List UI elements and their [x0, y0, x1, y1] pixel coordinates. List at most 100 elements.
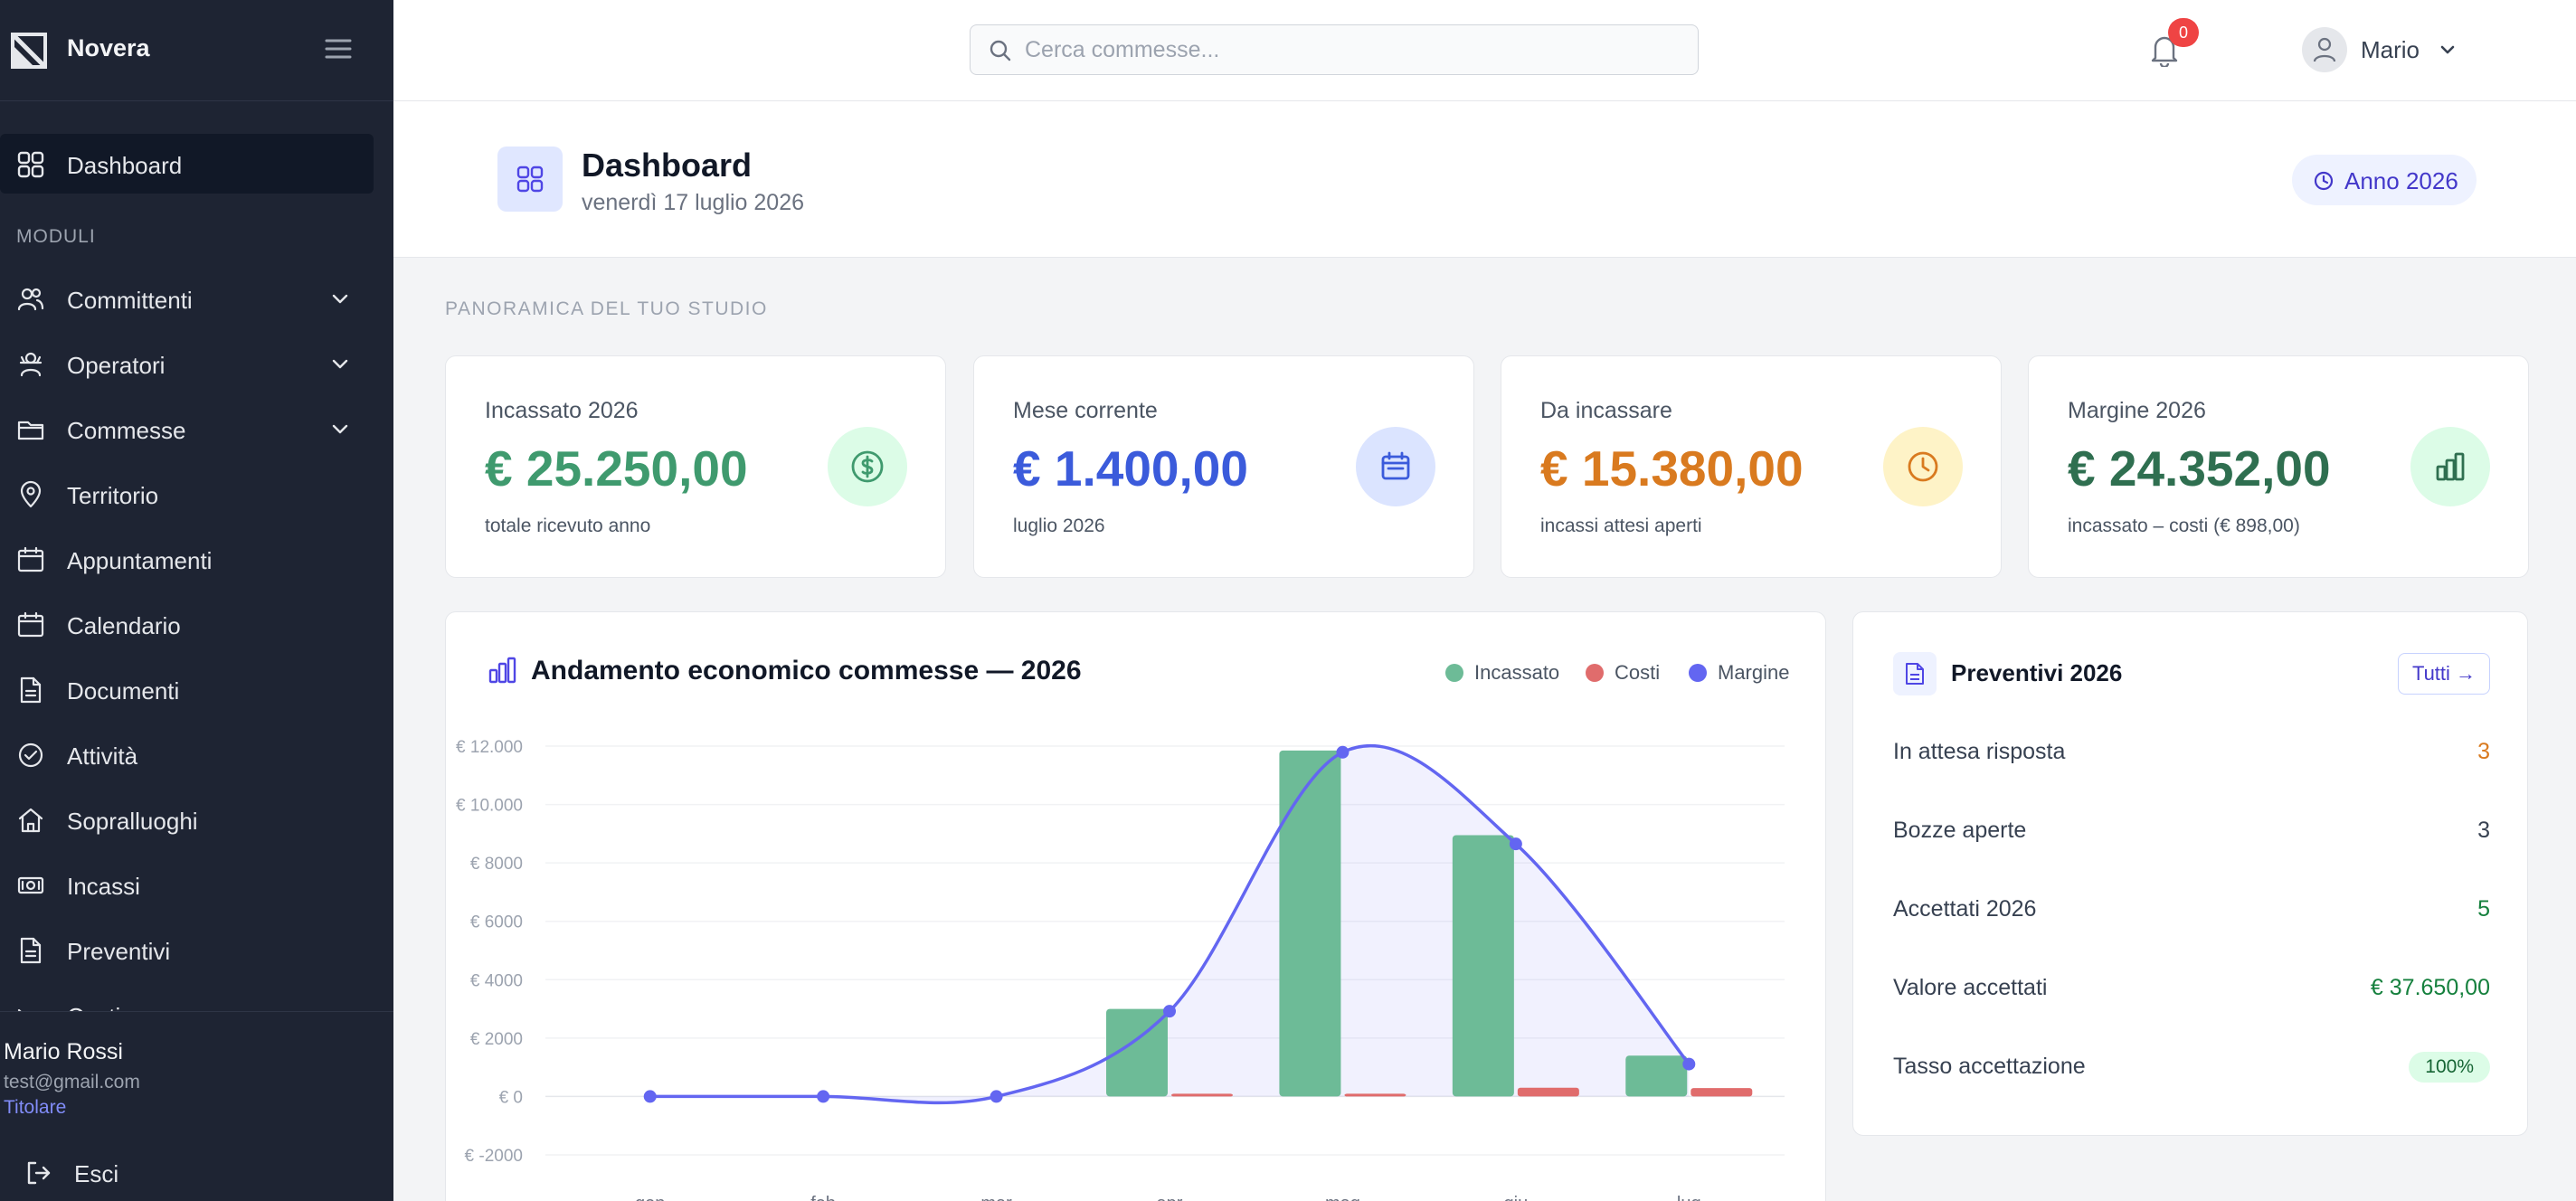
- margine-point-feb: [817, 1090, 830, 1103]
- margine-point-lug: [1682, 1057, 1696, 1071]
- chevron-down-icon[interactable]: [329, 421, 351, 439]
- economic-trend-chart-card: Andamento economico commesse — 2026 Inca…: [445, 611, 1826, 1201]
- quotes-row-value: 3: [2477, 739, 2490, 764]
- logout-icon: [27, 1161, 51, 1185]
- check-circle-icon: [18, 742, 43, 768]
- margine-point-gen: [643, 1090, 657, 1103]
- margine-point-mar: [990, 1090, 1003, 1103]
- quotes-title: Preventivi 2026: [1951, 659, 2123, 686]
- cash-icon: [17, 876, 44, 894]
- calendar-icon: [17, 546, 44, 572]
- y-tick-label: € 4000: [470, 971, 523, 990]
- logout-button[interactable]: Esci: [0, 1149, 393, 1200]
- avatar[interactable]: [2302, 27, 2347, 72]
- quotes-summary-card: Preventivi 2026 Tutti → In attesa rispos…: [1852, 611, 2528, 1136]
- sidebar-item-operatori[interactable]: Operatori: [0, 334, 393, 393]
- sidebar: Novera Dashboard MODULI Committenti Opera…: [0, 0, 393, 1201]
- sidebar-item-label: Territorio: [67, 482, 159, 509]
- dashboard-icon-tile: [497, 147, 563, 212]
- sidebar-item-documenti[interactable]: Documenti: [0, 659, 393, 719]
- sidebar-item-label: Attività: [67, 742, 138, 770]
- sidebar-item-label: Sopralluoghi: [67, 808, 198, 835]
- home-icon: [18, 808, 43, 833]
- sidebar-item-costi[interactable]: Costi: [0, 985, 393, 1011]
- sidebar-item-label: Appuntamenti: [67, 547, 213, 574]
- acceptance-rate-badge: 100%: [2409, 1052, 2490, 1083]
- users-icon: [17, 288, 44, 311]
- user-full-name: Mario Rossi: [4, 1039, 123, 1064]
- quotes-row-label: Accettati 2026: [1893, 896, 2037, 922]
- grid-icon: [516, 165, 544, 193]
- kpi-value: € 25.250,00: [485, 440, 748, 496]
- operator-icon: [19, 352, 43, 377]
- sidebar-item-label: Commesse: [67, 417, 186, 444]
- y-tick-label: € 10.000: [456, 797, 523, 816]
- calendar-icon: [1381, 451, 1410, 480]
- sidebar-item-attivit[interactable]: Attività: [0, 724, 393, 784]
- topbar: 0 Mario: [393, 0, 2576, 101]
- brand-name: Novera: [67, 34, 150, 61]
- quotes-row: Accettati 2026 5: [1893, 893, 2490, 929]
- document-icon: [1906, 663, 1924, 685]
- user-role: Titolare: [4, 1097, 67, 1118]
- year-selector-label: Anno 2026: [2344, 167, 2458, 194]
- x-tick-label: feb: [810, 1194, 836, 1201]
- brand: Novera: [0, 0, 393, 101]
- calendar-icon: [17, 611, 44, 638]
- costi-bar-mag: [1344, 1093, 1406, 1097]
- kpi-card: Margine 2026 € 24.352,00 incassato – costi…: [2028, 355, 2529, 578]
- sidebar-item-appuntamenti[interactable]: Appuntamenti: [0, 529, 393, 589]
- x-tick-label: apr: [1157, 1194, 1183, 1201]
- x-tick-label: lug: [1677, 1194, 1701, 1201]
- kpi-subtitle: totale ricevuto anno: [485, 515, 651, 536]
- incassato-bar-giu: [1452, 835, 1514, 1097]
- chevron-down-icon[interactable]: [329, 290, 351, 308]
- page-title: Dashboard: [582, 147, 753, 184]
- kpi-subtitle: luglio 2026: [1013, 515, 1105, 536]
- sidebar-item-calendario[interactable]: Calendario: [0, 594, 393, 654]
- sidebar-item-preventivi[interactable]: Preventivi: [0, 920, 393, 979]
- year-selector-button[interactable]: Anno 2026: [2292, 155, 2477, 205]
- quotes-row-value: € 37.650,00: [2370, 975, 2490, 1000]
- kpi-label: Da incassare: [1540, 398, 1672, 423]
- search-icon: [990, 40, 1011, 61]
- sidebar-item-label: Committenti: [67, 287, 193, 314]
- sidebar-item-sopralluoghi[interactable]: Sopralluoghi: [0, 790, 393, 849]
- kpi-subtitle: incassato – costi (€ 898,00): [2068, 515, 2300, 536]
- sidebar-item-territorio[interactable]: Territorio: [0, 464, 393, 524]
- kpi-card: Incassato 2026 € 25.250,00 totale ricevuto…: [445, 355, 946, 578]
- document-icon: [20, 676, 42, 704]
- sidebar-nav: Dashboard MODULI Committenti Operatori Com…: [0, 101, 393, 1011]
- y-tick-label: € -2000: [465, 1147, 523, 1166]
- kpi-value: € 24.352,00: [2068, 440, 2331, 496]
- novera-logo-icon: [11, 33, 47, 69]
- map-pin-icon: [20, 480, 42, 508]
- page-header: Dashboard venerdì 17 luglio 2026 Anno 20…: [393, 101, 2576, 258]
- y-tick-label: € 0: [499, 1088, 523, 1107]
- kpi-icon-badge: [2410, 427, 2490, 506]
- kpi-icon-badge: [1883, 427, 1963, 506]
- sidebar-item-committenti[interactable]: Committenti: [0, 269, 393, 328]
- sidebar-item-label: Documenti: [67, 677, 180, 705]
- sidebar-item-dashboard[interactable]: Dashboard: [0, 134, 374, 194]
- search-box[interactable]: [970, 24, 1699, 75]
- sidebar-item-incassi[interactable]: Incassi: [0, 855, 393, 914]
- y-tick-label: € 6000: [470, 913, 523, 932]
- search-input[interactable]: [1025, 31, 1676, 69]
- clock-icon: [1908, 451, 1938, 482]
- margine-point-giu: [1509, 837, 1522, 851]
- kpi-value: € 15.380,00: [1540, 440, 1804, 496]
- costi-bar-apr: [1171, 1093, 1233, 1097]
- margine-point-mag: [1336, 745, 1350, 759]
- kpi-icon-badge: [828, 427, 907, 506]
- chevron-down-icon[interactable]: [329, 355, 351, 374]
- kpi-label: Margine 2026: [2068, 398, 2206, 423]
- kpi-icon-badge: [1356, 427, 1435, 506]
- sidebar-item-commesse[interactable]: Commesse: [0, 399, 393, 459]
- user-menu-name[interactable]: Mario: [2361, 36, 2420, 64]
- quotes-row-label: Valore accettati: [1893, 975, 2048, 1000]
- quotes-row-value: 5: [2477, 896, 2490, 922]
- hamburger-menu-icon[interactable]: [324, 36, 353, 61]
- quotes-all-button[interactable]: Tutti →: [2398, 653, 2490, 695]
- chevron-down-icon[interactable]: [2438, 42, 2458, 58]
